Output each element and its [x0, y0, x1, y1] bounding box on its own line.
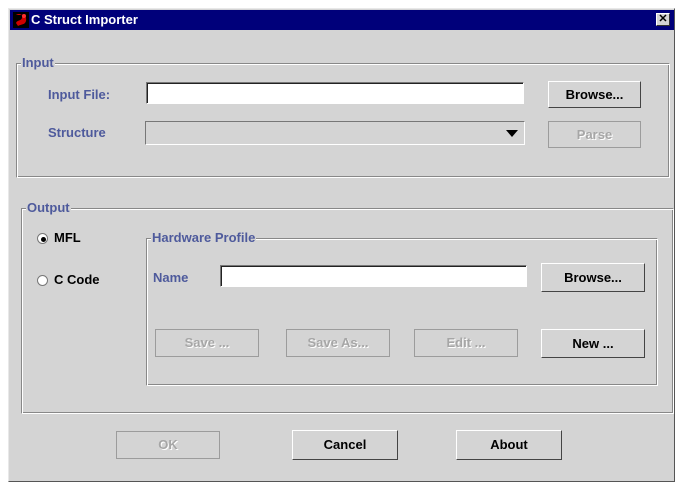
- structure-label: Structure: [48, 125, 106, 140]
- c-code-radio-label[interactable]: C Code: [54, 272, 100, 287]
- mfl-radio-label[interactable]: MFL: [54, 230, 81, 245]
- hardware-profile-legend: Hardware Profile: [151, 230, 257, 245]
- structure-select[interactable]: [145, 121, 525, 145]
- title-bar[interactable]: C Struct Importer ✕: [10, 10, 674, 30]
- input-file-field[interactable]: [146, 82, 524, 104]
- profile-browse-button[interactable]: Browse...: [541, 263, 645, 292]
- radio-selected-dot: [41, 237, 46, 242]
- save-button[interactable]: Save ...: [155, 329, 259, 357]
- save-as-button[interactable]: Save As...: [286, 329, 390, 357]
- app-icon: [13, 12, 29, 28]
- radio-circle[interactable]: [37, 275, 48, 286]
- chevron-down-icon[interactable]: [506, 130, 518, 137]
- c-struct-importer-dialog: C Struct Importer ✕ Input Input File: Br…: [8, 8, 675, 482]
- profile-name-field[interactable]: [220, 265, 527, 287]
- new-button[interactable]: New ...: [541, 329, 645, 358]
- input-browse-button[interactable]: Browse...: [548, 81, 641, 108]
- cancel-button[interactable]: Cancel: [292, 430, 398, 460]
- ok-button[interactable]: OK: [116, 431, 220, 459]
- window-title: C Struct Importer: [31, 12, 138, 27]
- about-button[interactable]: About: [456, 430, 562, 460]
- hardware-profile-group: Hardware Profile: [146, 230, 658, 386]
- input-file-label: Input File:: [48, 87, 111, 102]
- edit-button[interactable]: Edit ...: [414, 329, 518, 357]
- input-group-legend: Input: [21, 55, 55, 70]
- close-icon[interactable]: ✕: [656, 13, 670, 26]
- parse-button[interactable]: Parse: [548, 121, 641, 148]
- output-group-legend: Output: [26, 200, 71, 215]
- radio-circle[interactable]: [37, 233, 48, 244]
- profile-name-label: Name: [153, 270, 189, 285]
